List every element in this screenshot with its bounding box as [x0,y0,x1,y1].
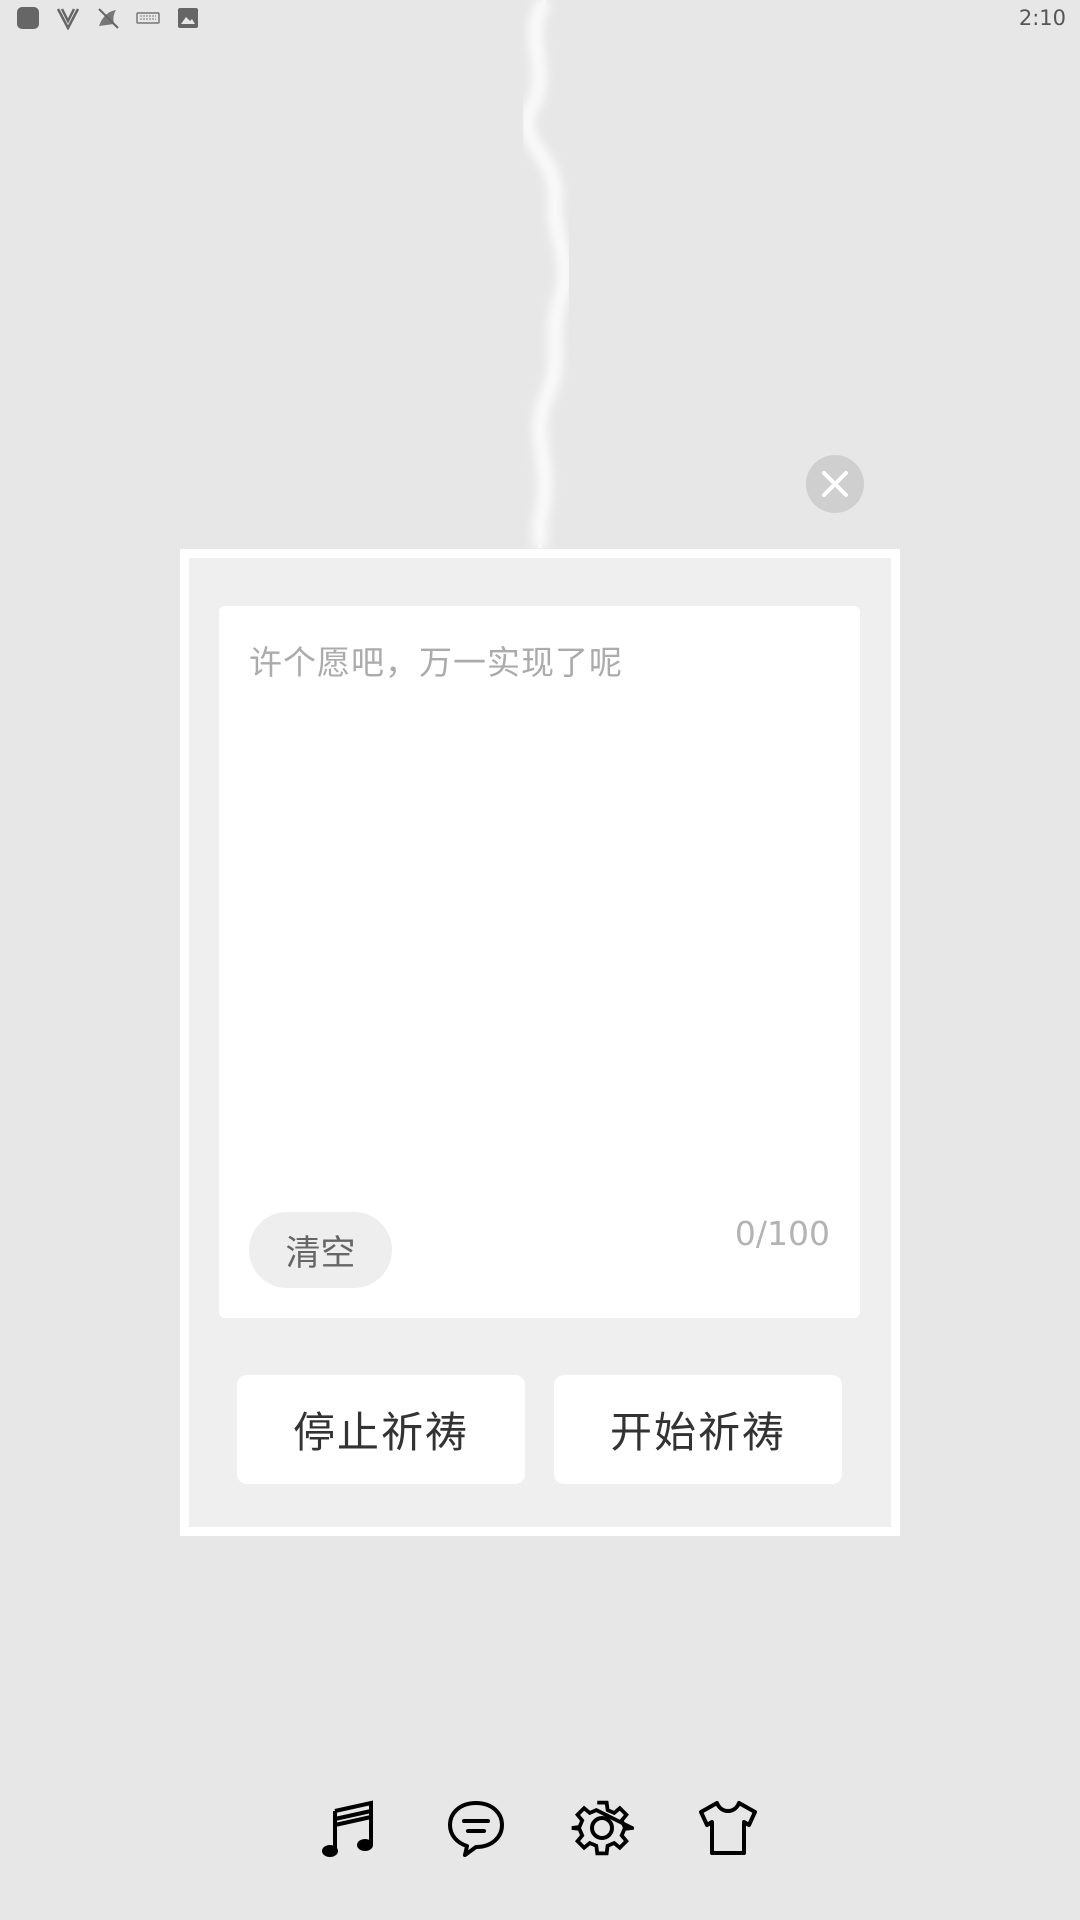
clear-button[interactable]: 清空 [249,1212,392,1288]
wish-placeholder: 许个愿吧，万一实现了呢 [249,643,623,682]
wish-panel: 许个愿吧，万一实现了呢 清空 0/100 停止祈祷 开始祈祷 [180,549,900,1536]
wish-panel-inner: 许个愿吧，万一实现了呢 清空 0/100 停止祈祷 开始祈祷 [189,558,891,1527]
music-icon[interactable] [318,1795,384,1861]
stop-pray-button[interactable]: 停止祈祷 [237,1375,525,1484]
char-counter: 0/100 [734,1214,830,1253]
close-icon [822,471,848,497]
bottom-toolbar [0,1795,1080,1865]
shirt-icon[interactable] [695,1795,761,1861]
chat-icon[interactable] [443,1795,509,1861]
settings-icon[interactable] [569,1795,635,1861]
start-pray-button[interactable]: 开始祈祷 [554,1375,842,1484]
incense-smoke [520,0,573,548]
wish-input[interactable]: 许个愿吧，万一实现了呢 清空 0/100 [219,606,860,1318]
close-button[interactable] [806,455,864,513]
